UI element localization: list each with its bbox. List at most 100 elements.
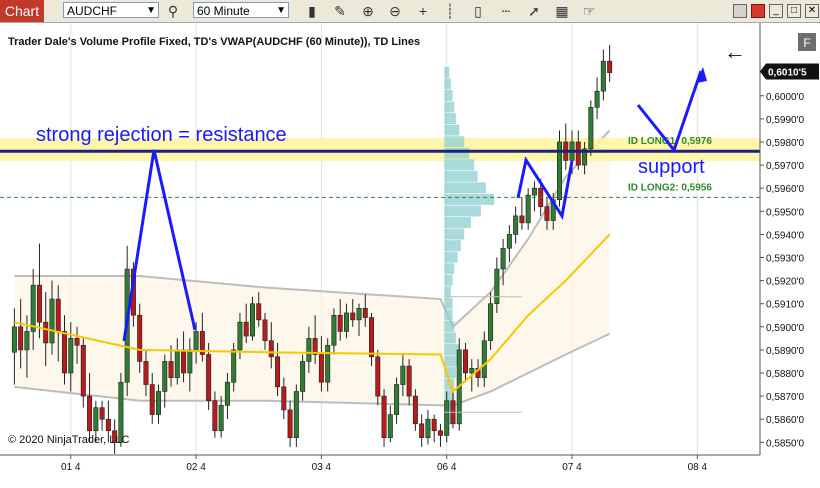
minimize-icon[interactable]: _ bbox=[769, 4, 783, 18]
candle-body bbox=[181, 349, 187, 374]
candle-body bbox=[80, 344, 86, 397]
candle-body bbox=[187, 349, 193, 374]
candle-body bbox=[406, 365, 412, 397]
candle-body bbox=[87, 395, 93, 432]
trend-icon[interactable]: ➚ bbox=[525, 2, 543, 20]
candle-body bbox=[212, 400, 218, 432]
profile-bar bbox=[444, 78, 451, 90]
candle-body bbox=[588, 107, 594, 150]
candle-body bbox=[325, 344, 331, 383]
candle-body bbox=[99, 407, 105, 420]
search-icon[interactable]: ⚲ bbox=[164, 2, 182, 20]
candle-body bbox=[331, 314, 337, 346]
candle-body bbox=[300, 361, 306, 392]
id-long2-label: ID LONG2: 0,5956 bbox=[628, 182, 712, 193]
y-tick-label: 0,5900'0 bbox=[766, 323, 804, 334]
candle-body bbox=[337, 314, 343, 332]
candle-body bbox=[431, 418, 437, 432]
annotation-resistance: strong rejection = resistance bbox=[36, 124, 287, 146]
hand-icon[interactable]: ☞ bbox=[580, 2, 598, 20]
candle-body bbox=[174, 349, 180, 378]
x-tick-label: 01 4 bbox=[61, 462, 81, 473]
candle-body bbox=[488, 303, 494, 341]
profile-bar bbox=[444, 66, 450, 78]
side-button[interactable]: F bbox=[798, 33, 816, 51]
chevron-down-icon: ▼ bbox=[276, 5, 286, 16]
indicator-icon[interactable]: ▦ bbox=[553, 2, 571, 20]
chart-tab[interactable]: Chart bbox=[0, 0, 44, 22]
pencil-icon[interactable]: ✎ bbox=[331, 2, 349, 20]
candle-body bbox=[11, 326, 17, 353]
x-tick-label: 07 4 bbox=[562, 462, 582, 473]
crosshair-icon[interactable]: + bbox=[414, 2, 432, 20]
candle-body bbox=[607, 60, 613, 73]
candle-body bbox=[343, 312, 349, 332]
close-icon[interactable]: ✕ bbox=[805, 4, 819, 18]
candle-body bbox=[256, 303, 262, 321]
candle-body bbox=[287, 409, 293, 438]
profile-bar bbox=[444, 136, 465, 148]
bar-style-icon[interactable]: ┊ bbox=[441, 2, 459, 20]
y-tick-label: 0,5940'0 bbox=[766, 230, 804, 241]
candle-body bbox=[137, 314, 143, 362]
candle-body bbox=[18, 326, 24, 351]
y-tick-label: 0,5910'0 bbox=[766, 300, 804, 311]
candle-body bbox=[24, 331, 30, 351]
restore-icon[interactable] bbox=[733, 4, 747, 18]
profile-bar bbox=[444, 263, 455, 275]
red-icon[interactable] bbox=[751, 4, 765, 18]
back-arrow-icon[interactable]: ← bbox=[724, 39, 746, 64]
interval-select[interactable]: 60 Minute ▼ bbox=[193, 2, 289, 18]
price-chart[interactable]: ID LONG1: 0,5976ID LONG2: 0,5956 strong … bbox=[0, 23, 820, 483]
candle-body bbox=[469, 368, 475, 374]
y-tick-label: 0,5860'0 bbox=[766, 415, 804, 426]
profile-bar bbox=[444, 251, 458, 263]
chart-title: Trader Dale's Volume Profile Fixed, TD's… bbox=[8, 36, 420, 48]
zoom-in-icon[interactable]: ⊕ bbox=[359, 2, 377, 20]
candle-body bbox=[531, 187, 537, 196]
line-style-icon[interactable]: ┄ bbox=[497, 2, 515, 20]
candle-body bbox=[387, 414, 393, 438]
profile-bar bbox=[444, 321, 455, 332]
profile-bar bbox=[444, 228, 465, 240]
zoom-out-icon[interactable]: ⊖ bbox=[386, 2, 404, 20]
candle-body bbox=[193, 331, 199, 351]
candle-body bbox=[412, 395, 418, 425]
candle-body bbox=[544, 206, 550, 221]
candle-body bbox=[362, 308, 368, 318]
x-tick-label: 02 4 bbox=[186, 462, 206, 473]
profile-bar bbox=[444, 159, 475, 171]
profile-bar bbox=[444, 286, 451, 298]
candle-body bbox=[262, 319, 268, 341]
candle-body bbox=[419, 423, 425, 438]
candle-body bbox=[444, 400, 450, 436]
profile-bar bbox=[444, 101, 455, 113]
y-tick-label: 0,5990'0 bbox=[766, 115, 804, 126]
profile-bar bbox=[444, 193, 495, 205]
side-button-label: F bbox=[803, 36, 810, 50]
instrument-select[interactable]: AUDCHF ▼ bbox=[63, 2, 159, 18]
x-tick-label: 06 4 bbox=[437, 462, 457, 473]
maximize-icon[interactable]: □ bbox=[787, 4, 801, 18]
profile-bar bbox=[444, 274, 453, 286]
bar-chart-icon[interactable]: ▮ bbox=[303, 2, 321, 20]
candle-style-icon[interactable]: ▯ bbox=[469, 2, 487, 20]
candle-body bbox=[375, 356, 381, 397]
annotation-support: support bbox=[638, 156, 705, 178]
y-tick-label: 0,5850'0 bbox=[766, 438, 804, 449]
y-tick-label: 0,5980'0 bbox=[766, 138, 804, 149]
candle-body bbox=[575, 141, 581, 166]
candle-body bbox=[494, 268, 500, 304]
chevron-down-icon: ▼ bbox=[146, 5, 156, 16]
candle-body bbox=[394, 384, 400, 415]
candle-body bbox=[293, 391, 299, 438]
profile-bar bbox=[444, 240, 461, 252]
candle-body bbox=[594, 90, 600, 108]
candle-body bbox=[168, 361, 174, 378]
y-tick-label: 0,5870'0 bbox=[766, 392, 804, 403]
chart-panel[interactable]: ID LONG1: 0,5976 ID LONG2: 0,5956 strong … bbox=[0, 23, 820, 483]
candle-body bbox=[206, 354, 212, 402]
candle-body bbox=[55, 298, 61, 332]
y-tick-label: 0,5950'0 bbox=[766, 207, 804, 218]
candle-body bbox=[36, 284, 42, 323]
